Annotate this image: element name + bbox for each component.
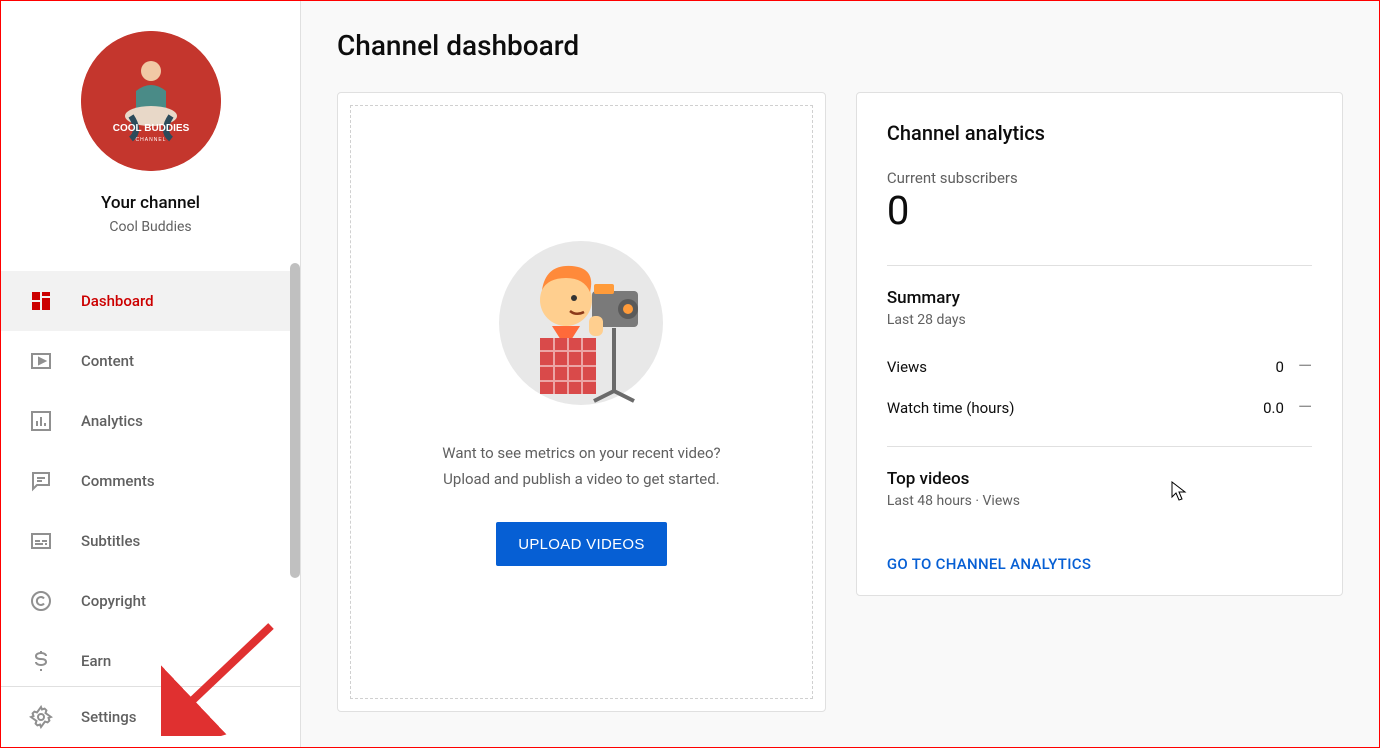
analytics-icon	[29, 409, 53, 433]
sidebar-item-label: Comments	[81, 472, 155, 490]
upload-text-line1: Want to see metrics on your recent video…	[442, 441, 720, 467]
upload-dropzone[interactable]: Want to see metrics on your recent video…	[350, 105, 813, 699]
sidebar-header: COOL BUDDIES CHANNEL Your channel Cool B…	[1, 1, 300, 249]
top-videos-subtitle: Last 48 hours · Views	[887, 493, 1312, 509]
sidebar-nav: Dashboard Content Analytics Comments	[1, 271, 300, 686]
metric-row-views: Views 0 —	[887, 346, 1312, 387]
your-channel-label: Your channel	[101, 193, 200, 213]
sidebar-item-label: Subtitles	[81, 532, 140, 550]
main-content: Channel dashboard	[301, 1, 1379, 747]
sidebar-item-content[interactable]: Content	[1, 331, 300, 391]
divider	[887, 265, 1312, 266]
sidebar-item-label: Dashboard	[81, 292, 154, 310]
sidebar-item-label: Copyright	[81, 592, 146, 610]
sidebar-item-label: Content	[81, 352, 134, 370]
top-videos-title: Top videos	[887, 469, 1312, 489]
sidebar-item-earn[interactable]: Earn	[1, 631, 300, 686]
upload-prompt-card: Want to see metrics on your recent video…	[337, 92, 826, 712]
sidebar-item-analytics[interactable]: Analytics	[1, 391, 300, 451]
upload-videos-button[interactable]: UPLOAD VIDEOS	[496, 522, 666, 566]
copyright-icon	[29, 589, 53, 613]
metric-delta: —	[1298, 356, 1312, 377]
sidebar-item-label: Earn	[81, 652, 111, 670]
svg-text:CHANNEL: CHANNEL	[135, 137, 166, 143]
sidebar-footer: Settings	[1, 686, 300, 747]
channel-analytics-card: Channel analytics Current subscribers 0 …	[856, 92, 1343, 596]
scrollbar[interactable]	[290, 263, 300, 578]
gear-icon	[29, 705, 53, 729]
sidebar-item-comments[interactable]: Comments	[1, 451, 300, 511]
metric-label: Views	[887, 358, 927, 376]
subtitles-icon	[29, 529, 53, 553]
metric-delta: —	[1298, 397, 1312, 418]
sidebar-item-label: Settings	[81, 708, 137, 726]
subscribers-count: 0	[887, 189, 1312, 233]
channel-name: Cool Buddies	[109, 219, 191, 235]
sidebar-item-copyright[interactable]: Copyright	[1, 571, 300, 631]
sidebar-item-subtitles[interactable]: Subtitles	[1, 511, 300, 571]
go-to-analytics-link[interactable]: GO TO CHANNEL ANALYTICS	[887, 555, 1091, 573]
page-title: Channel dashboard	[337, 29, 1343, 62]
sidebar: COOL BUDDIES CHANNEL Your channel Cool B…	[1, 1, 301, 747]
upload-illustration	[494, 236, 669, 411]
divider	[887, 446, 1312, 447]
upload-text: Want to see metrics on your recent video…	[442, 441, 720, 492]
metric-label: Watch time (hours)	[887, 399, 1015, 417]
channel-avatar[interactable]: COOL BUDDIES CHANNEL	[81, 31, 221, 171]
earn-icon	[29, 649, 53, 673]
sidebar-item-settings[interactable]: Settings	[1, 687, 300, 747]
sidebar-item-dashboard[interactable]: Dashboard	[1, 271, 300, 331]
summary-title: Summary	[887, 288, 1312, 308]
comments-icon	[29, 469, 53, 493]
metric-row-watch-time: Watch time (hours) 0.0 —	[887, 387, 1312, 428]
dashboard-icon	[29, 289, 53, 313]
metric-value: 0	[1276, 358, 1284, 376]
upload-text-line2: Upload and publish a video to get starte…	[442, 467, 720, 493]
sidebar-item-label: Analytics	[81, 412, 143, 430]
subscribers-label: Current subscribers	[887, 169, 1312, 187]
analytics-card-title: Channel analytics	[887, 121, 1312, 145]
metric-value: 0.0	[1263, 399, 1284, 417]
content-icon	[29, 349, 53, 373]
summary-subtitle: Last 28 days	[887, 312, 1312, 328]
svg-text:COOL BUDDIES: COOL BUDDIES	[112, 123, 189, 134]
